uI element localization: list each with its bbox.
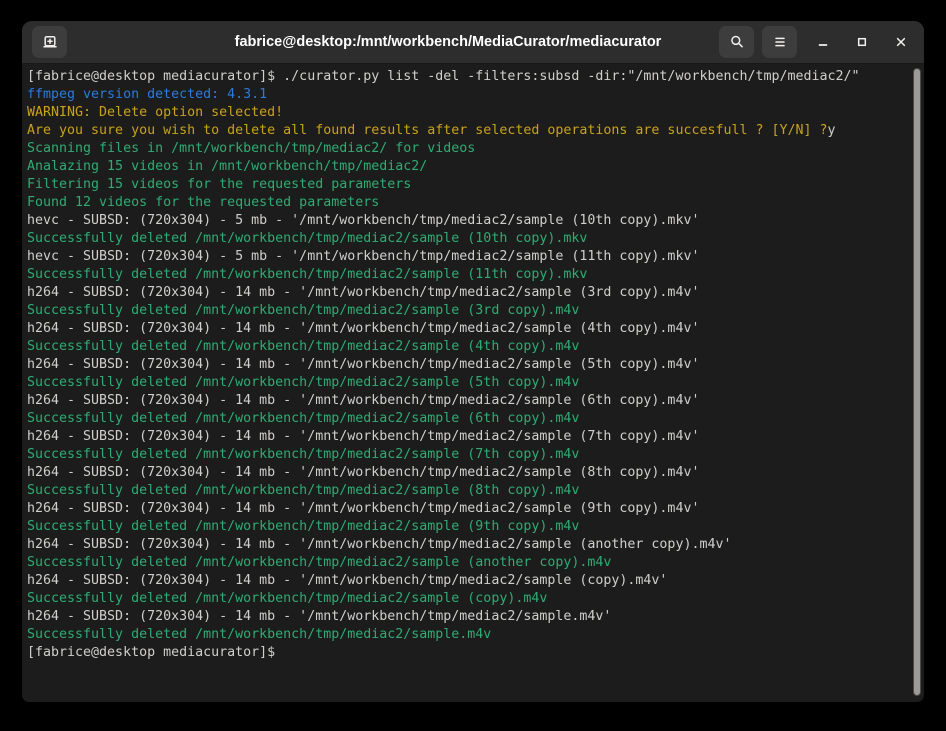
terminal-text-segment: Successfully deleted /mnt/workbench/tmp/… — [27, 591, 547, 606]
terminal-text-segment: h264 - SUBSD: (720x304) - 14 mb - '/mnt/… — [27, 609, 611, 624]
terminal-line: Successfully deleted /mnt/workbench/tmp/… — [27, 446, 902, 464]
terminal-line: hevc - SUBSD: (720x304) - 5 mb - '/mnt/w… — [27, 248, 902, 266]
close-icon — [893, 34, 909, 50]
terminal-text-segment: Successfully deleted /mnt/workbench/tmp/… — [27, 339, 579, 354]
terminal-text-segment: h264 - SUBSD: (720x304) - 14 mb - '/mnt/… — [27, 573, 667, 588]
terminal-text-segment: Scanning files in /mnt/workbench/tmp/med… — [27, 141, 475, 156]
terminal-output: [fabrice@desktop mediacurator]$ ./curato… — [22, 64, 924, 662]
titlebar[interactable]: fabrice@desktop:/mnt/workbench/MediaCura… — [22, 21, 924, 64]
scrollbar-thumb[interactable] — [913, 68, 921, 696]
terminal-line: Successfully deleted /mnt/workbench/tmp/… — [27, 374, 902, 392]
terminal-text-segment: Successfully deleted /mnt/workbench/tmp/… — [27, 483, 579, 498]
terminal-text-segment: Found 12 videos for the requested parame… — [27, 195, 379, 210]
minimize-icon — [815, 34, 831, 50]
terminal-line: ffmpeg version detected: 4.3.1 — [27, 86, 902, 104]
terminal-text-segment: Are you sure you wish to delete all foun… — [27, 123, 828, 138]
terminal-text-segment: h264 - SUBSD: (720x304) - 14 mb - '/mnt/… — [27, 321, 699, 336]
terminal-line: h264 - SUBSD: (720x304) - 14 mb - '/mnt/… — [27, 284, 902, 302]
terminal-line: h264 - SUBSD: (720x304) - 14 mb - '/mnt/… — [27, 320, 902, 338]
terminal-line: Successfully deleted /mnt/workbench/tmp/… — [27, 266, 902, 284]
terminal-text-segment: Analazing 15 videos in /mnt/workbench/tm… — [27, 159, 427, 174]
terminal-text-segment: h264 - SUBSD: (720x304) - 14 mb - '/mnt/… — [27, 357, 699, 372]
terminal-text-segment: ffmpeg version detected: 4.3.1 — [27, 87, 267, 102]
terminal-text-segment: y — [828, 123, 836, 138]
terminal-screen[interactable]: [fabrice@desktop mediacurator]$ ./curato… — [22, 64, 924, 701]
terminal-text-segment: Successfully deleted /mnt/workbench/tmp/… — [27, 411, 579, 426]
terminal-line: Analazing 15 videos in /mnt/workbench/tm… — [27, 158, 902, 176]
new-tab-button[interactable] — [32, 26, 67, 58]
terminal-text-segment: h264 - SUBSD: (720x304) - 14 mb - '/mnt/… — [27, 393, 699, 408]
terminal-line: h264 - SUBSD: (720x304) - 14 mb - '/mnt/… — [27, 572, 902, 590]
terminal-text-segment: Successfully deleted /mnt/workbench/tmp/… — [27, 375, 579, 390]
menu-button[interactable] — [762, 26, 797, 58]
terminal-line: hevc - SUBSD: (720x304) - 5 mb - '/mnt/w… — [27, 212, 902, 230]
terminal-line: Successfully deleted /mnt/workbench/tmp/… — [27, 518, 902, 536]
close-button[interactable] — [888, 29, 914, 55]
terminal-line: h264 - SUBSD: (720x304) - 14 mb - '/mnt/… — [27, 608, 902, 626]
terminal-line: h264 - SUBSD: (720x304) - 14 mb - '/mnt/… — [27, 464, 902, 482]
terminal-text-segment: Successfully deleted /mnt/workbench/tmp/… — [27, 519, 579, 534]
terminal-line: [fabrice@desktop mediacurator]$ — [27, 644, 902, 662]
minimize-button[interactable] — [810, 29, 836, 55]
terminal-text-segment: Successfully deleted /mnt/workbench/tmp/… — [27, 267, 587, 282]
terminal-line: h264 - SUBSD: (720x304) - 14 mb - '/mnt/… — [27, 536, 902, 554]
terminal-line: Successfully deleted /mnt/workbench/tmp/… — [27, 590, 902, 608]
terminal-line: h264 - SUBSD: (720x304) - 14 mb - '/mnt/… — [27, 392, 902, 410]
terminal-text-segment: WARNING: Delete option selected! — [27, 105, 283, 120]
terminal-line: Successfully deleted /mnt/workbench/tmp/… — [27, 338, 902, 356]
hamburger-menu-icon — [772, 34, 788, 50]
terminal-text-segment: Filtering 15 videos for the requested pa… — [27, 177, 411, 192]
terminal-text-segment: h264 - SUBSD: (720x304) - 14 mb - '/mnt/… — [27, 501, 699, 516]
terminal-text-segment: hevc - SUBSD: (720x304) - 5 mb - '/mnt/w… — [27, 213, 699, 228]
terminal-line: h264 - SUBSD: (720x304) - 14 mb - '/mnt/… — [27, 428, 902, 446]
terminal-text-segment: Successfully deleted /mnt/workbench/tmp/… — [27, 555, 611, 570]
window-title: fabrice@desktop:/mnt/workbench/MediaCura… — [82, 34, 814, 50]
terminal-text-segment: Successfully deleted /mnt/workbench/tmp/… — [27, 303, 579, 318]
terminal-text-segment: Successfully deleted /mnt/workbench/tmp/… — [27, 231, 587, 246]
titlebar-right-controls — [719, 26, 914, 58]
terminal-text-segment: h264 - SUBSD: (720x304) - 14 mb - '/mnt/… — [27, 537, 731, 552]
terminal-text-segment: [fabrice@desktop mediacurator]$ — [27, 645, 283, 660]
terminal-line: Successfully deleted /mnt/workbench/tmp/… — [27, 302, 902, 320]
terminal-line: [fabrice@desktop mediacurator]$ ./curato… — [27, 68, 902, 86]
terminal-line: Found 12 videos for the requested parame… — [27, 194, 902, 212]
terminal-text-segment: Successfully deleted /mnt/workbench/tmp/… — [27, 627, 491, 642]
scrollbar[interactable] — [912, 68, 922, 696]
terminal-text-segment: h264 - SUBSD: (720x304) - 14 mb - '/mnt/… — [27, 429, 699, 444]
terminal-line: Successfully deleted /mnt/workbench/tmp/… — [27, 410, 902, 428]
terminal-line: Filtering 15 videos for the requested pa… — [27, 176, 902, 194]
terminal-line: WARNING: Delete option selected! — [27, 104, 902, 122]
terminal-line: Scanning files in /mnt/workbench/tmp/med… — [27, 140, 902, 158]
terminal-line: Successfully deleted /mnt/workbench/tmp/… — [27, 626, 902, 644]
search-button[interactable] — [719, 26, 754, 58]
search-icon — [729, 34, 745, 50]
maximize-icon — [854, 34, 870, 50]
terminal-line: Successfully deleted /mnt/workbench/tmp/… — [27, 554, 902, 572]
terminal-window: fabrice@desktop:/mnt/workbench/MediaCura… — [22, 21, 924, 702]
terminal-line: h264 - SUBSD: (720x304) - 14 mb - '/mnt/… — [27, 356, 902, 374]
terminal-text-segment: h264 - SUBSD: (720x304) - 14 mb - '/mnt/… — [27, 285, 699, 300]
maximize-button[interactable] — [849, 29, 875, 55]
terminal-text-segment: [fabrice@desktop mediacurator]$ ./curato… — [27, 69, 860, 84]
terminal-line: Successfully deleted /mnt/workbench/tmp/… — [27, 230, 902, 248]
tab-new-icon — [42, 34, 58, 50]
terminal-text-segment: Successfully deleted /mnt/workbench/tmp/… — [27, 447, 579, 462]
desktop-background: fabrice@desktop:/mnt/workbench/MediaCura… — [0, 0, 946, 731]
terminal-line: h264 - SUBSD: (720x304) - 14 mb - '/mnt/… — [27, 500, 902, 518]
terminal-line: Are you sure you wish to delete all foun… — [27, 122, 902, 140]
terminal-line: Successfully deleted /mnt/workbench/tmp/… — [27, 482, 902, 500]
terminal-text-segment: h264 - SUBSD: (720x304) - 14 mb - '/mnt/… — [27, 465, 699, 480]
terminal-text-segment: hevc - SUBSD: (720x304) - 5 mb - '/mnt/w… — [27, 249, 699, 264]
